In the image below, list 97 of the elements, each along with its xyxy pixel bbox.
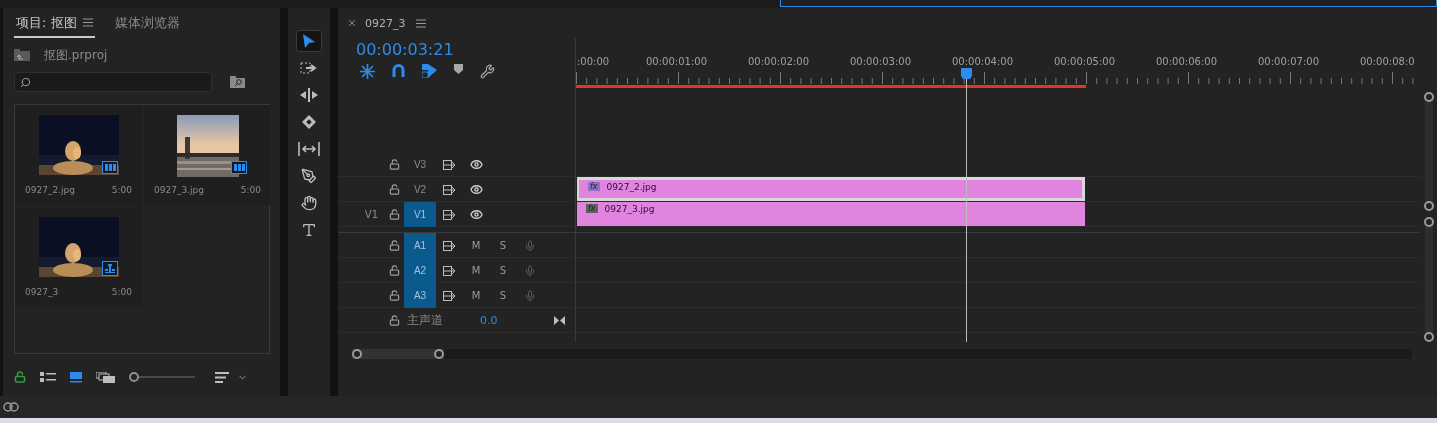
- scrollbar[interactable]: [1424, 217, 1433, 342]
- scrollbar[interactable]: [1424, 92, 1433, 212]
- track-target[interactable]: A1: [404, 233, 436, 258]
- lock-icon[interactable]: [388, 209, 400, 220]
- eye-icon[interactable]: [469, 158, 483, 171]
- clip-name: 0927_2.jpg: [606, 182, 657, 192]
- type-icon: [301, 222, 317, 238]
- creative-cloud-icon[interactable]: [3, 401, 19, 413]
- solo-button[interactable]: S: [499, 240, 507, 251]
- scrollbar[interactable]: [352, 349, 1412, 359]
- search-icon: [20, 76, 31, 88]
- fx-badge: fx: [588, 182, 600, 191]
- bin-item[interactable]: 0927_2.jpg 5:00: [15, 105, 142, 205]
- track-select-icon: [300, 62, 318, 74]
- lock-icon[interactable]: [388, 265, 400, 276]
- ruler-label: :00:00: [577, 56, 610, 67]
- panel-tab[interactable]: 项目: 抠图: [14, 10, 95, 38]
- freeform-view-icon[interactable]: [96, 371, 115, 383]
- bin-item[interactable]: 0927_3 5:00: [15, 207, 142, 307]
- ruler-label: 00:00:02:00: [748, 56, 809, 67]
- eye-icon[interactable]: [469, 208, 483, 221]
- master-track-label: 主声道: [407, 311, 443, 329]
- lock-icon[interactable]: [388, 159, 400, 170]
- wrench-icon[interactable]: [480, 64, 495, 79]
- lock-icon[interactable]: [388, 240, 400, 251]
- slider-thumb[interactable]: [129, 372, 139, 382]
- film-strip-icon: [230, 161, 247, 174]
- item-duration: 5:00: [111, 185, 132, 195]
- toggle-output-icon[interactable]: [442, 209, 456, 220]
- ruler-label: 00:00:07:00: [1258, 56, 1319, 67]
- toggle-output-icon[interactable]: [442, 184, 456, 195]
- track-target[interactable]: A2: [404, 258, 436, 283]
- playhead-icon[interactable]: [961, 68, 973, 80]
- master-volume[interactable]: 0.0: [480, 313, 498, 327]
- ruler-label: 00:00:05:00: [1054, 56, 1115, 67]
- item-duration: 5:00: [111, 287, 132, 297]
- tool-button[interactable]: [296, 30, 322, 52]
- razor-icon: [301, 114, 317, 130]
- solo-button[interactable]: S: [499, 290, 507, 301]
- hand-icon: [301, 195, 317, 211]
- search-field[interactable]: [14, 72, 212, 92]
- list-view-icon[interactable]: [40, 372, 56, 382]
- ruler-label: 00:00:06:00: [1156, 56, 1217, 67]
- track-target[interactable]: V2: [404, 177, 436, 202]
- bowtie-icon[interactable]: [554, 315, 565, 325]
- marker-icon[interactable]: [454, 64, 463, 74]
- source-patch[interactable]: V1: [364, 209, 384, 220]
- slip-icon: [298, 142, 320, 156]
- sequence-tab[interactable]: 0927_3: [365, 16, 406, 30]
- ruler-label: 00:00:03:00: [850, 56, 911, 67]
- folder-search-icon[interactable]: [230, 76, 245, 88]
- mute-button[interactable]: M: [471, 265, 481, 276]
- close-icon[interactable]: [349, 20, 355, 26]
- clip[interactable]: fx 0927_3.jpg: [577, 202, 1085, 226]
- menu-icon[interactable]: [415, 18, 426, 28]
- mute-button[interactable]: M: [471, 290, 481, 301]
- magnet-icon[interactable]: [392, 64, 405, 77]
- lock-icon[interactable]: [388, 290, 400, 301]
- toggle-output-icon[interactable]: [442, 159, 456, 170]
- item-name: 0927_2.jpg: [25, 185, 75, 195]
- toggle-output-icon[interactable]: [442, 290, 456, 301]
- bin-item[interactable]: 0927_3.jpg 5:00: [144, 105, 271, 205]
- ruler-label: 00:00:04:00: [952, 56, 1013, 67]
- sort-icon[interactable]: [215, 371, 229, 383]
- project-path: 抠图.prproj: [44, 46, 108, 64]
- track-target[interactable]: A3: [404, 283, 436, 308]
- time-ruler[interactable]: :00:00 00:00:01:00 00:00:02:00 00:00:03:00 00:00:04:00 00:00:05:00 00:00:06:00 00:00:07:00 00:00:08:0: [576, 38, 1420, 90]
- mute-button[interactable]: M: [471, 240, 481, 251]
- folder-up-icon[interactable]: [14, 49, 30, 61]
- icon-view-icon[interactable]: [70, 371, 82, 383]
- toggle-output-icon[interactable]: [442, 265, 456, 276]
- toggle-output-icon[interactable]: [442, 240, 456, 251]
- arrow-icon: [302, 33, 316, 49]
- item-duration: 5:00: [240, 185, 261, 195]
- sequence-icon: [101, 261, 118, 276]
- pen-icon: [301, 168, 317, 184]
- item-name: 0927_3: [25, 287, 59, 297]
- clip[interactable]: fx 0927_2.jpg: [577, 177, 1085, 201]
- clip-name: 0927_3.jpg: [604, 204, 655, 214]
- linked-selection-icon[interactable]: [422, 64, 437, 78]
- fx-badge: fx: [586, 204, 598, 213]
- track-target[interactable]: V3: [404, 152, 436, 177]
- lock-icon[interactable]: [388, 314, 400, 326]
- solo-button[interactable]: S: [499, 265, 507, 276]
- panel-tab[interactable]: 媒体浏览器: [112, 10, 182, 38]
- ruler-label: 00:00:08:0: [1360, 56, 1415, 67]
- menu-icon[interactable]: [82, 18, 93, 27]
- ruler-label: 00:00:01:00: [646, 56, 707, 67]
- eye-icon[interactable]: [469, 183, 483, 196]
- lock-icon[interactable]: [14, 371, 26, 383]
- film-strip-icon: [101, 161, 118, 174]
- lock-icon[interactable]: [388, 184, 400, 195]
- ripple-edit-icon: [299, 88, 319, 102]
- timecode[interactable]: 00:00:03:21: [356, 38, 575, 60]
- track-target[interactable]: V1: [404, 202, 436, 227]
- nest-icon[interactable]: [360, 64, 375, 79]
- item-name: 0927_3.jpg: [154, 185, 204, 195]
